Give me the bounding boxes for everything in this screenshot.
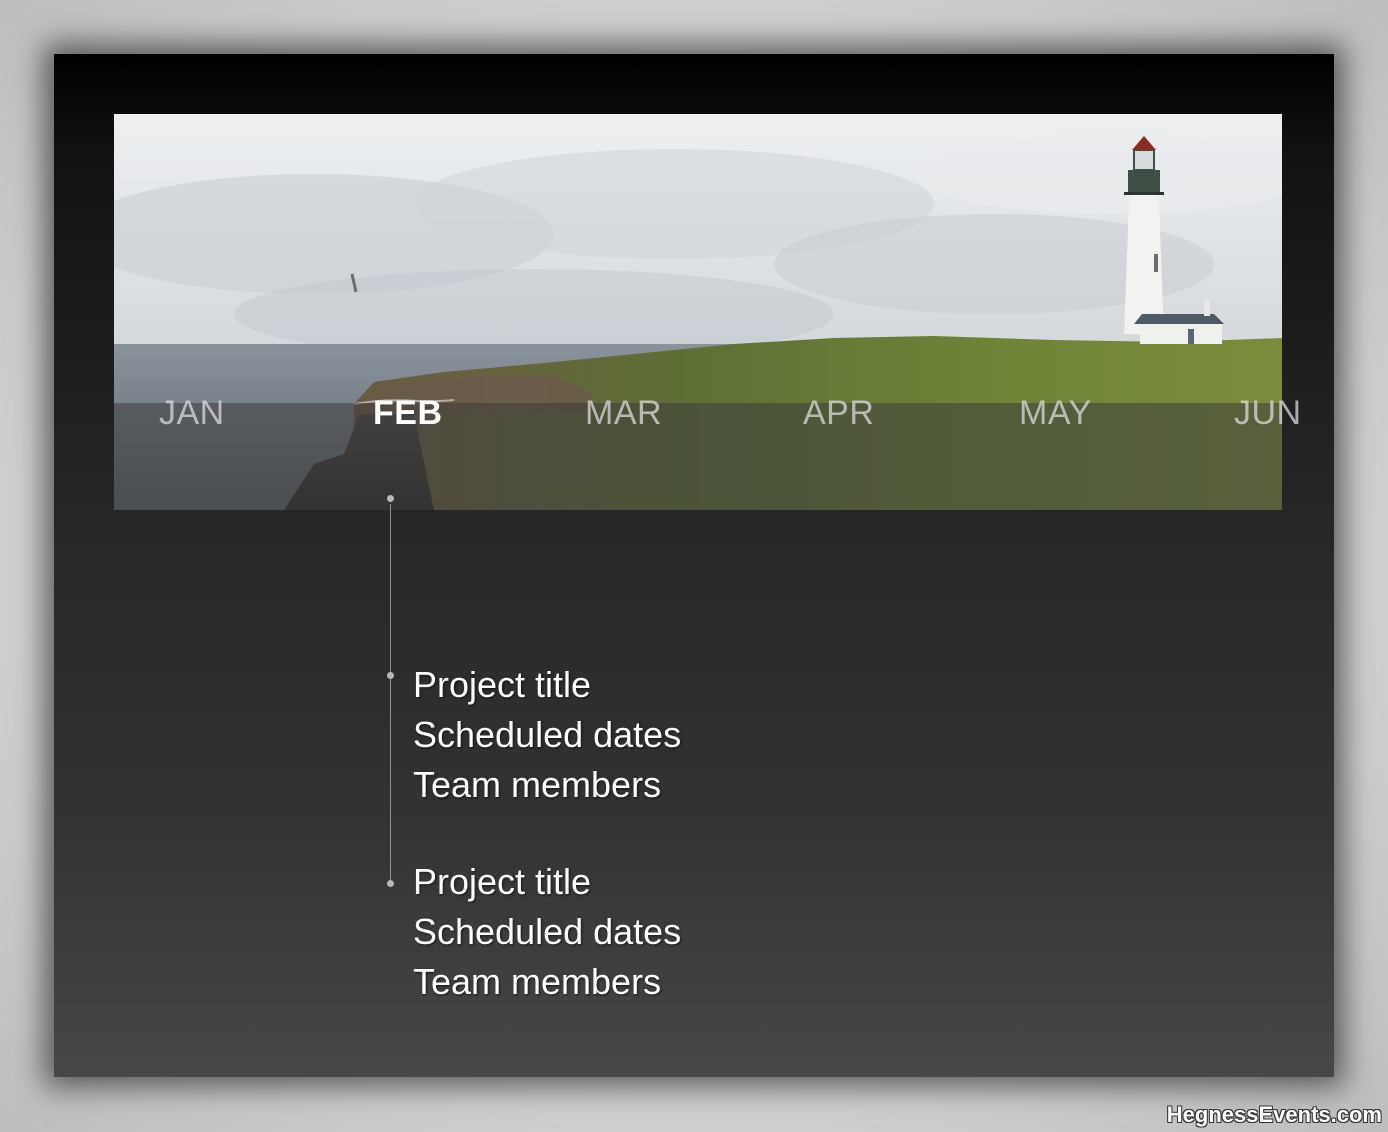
project-marker-dot: [387, 880, 394, 887]
project-title: Project title: [413, 664, 592, 705]
month-strip: [114, 403, 1282, 510]
project-entry: Project title Scheduled dates Team membe…: [413, 857, 681, 1007]
timeline-slide: JAN FEB MAR APR MAY JUN Project title Sc…: [54, 54, 1334, 1077]
month-feb: FEB: [373, 394, 443, 432]
project-dates: Scheduled dates: [413, 911, 682, 952]
timeline-connector-line: [390, 504, 391, 884]
project-members: Team members: [413, 961, 662, 1002]
month-may: MAY: [1019, 394, 1092, 432]
banner-photo: [114, 114, 1282, 510]
month-jan: JAN: [159, 394, 225, 432]
project-title: Project title: [413, 861, 592, 902]
project-marker-dot: [387, 672, 394, 679]
project-members: Team members: [413, 764, 662, 805]
project-entry: Project title Scheduled dates Team membe…: [413, 660, 681, 810]
month-mar: MAR: [585, 394, 663, 432]
month-jun: JUN: [1234, 394, 1302, 432]
project-dates: Scheduled dates: [413, 714, 682, 755]
watermark: HegnessEvents.com: [1166, 1102, 1382, 1127]
timeline-anchor-dot: [387, 495, 394, 502]
month-apr: APR: [803, 394, 875, 432]
